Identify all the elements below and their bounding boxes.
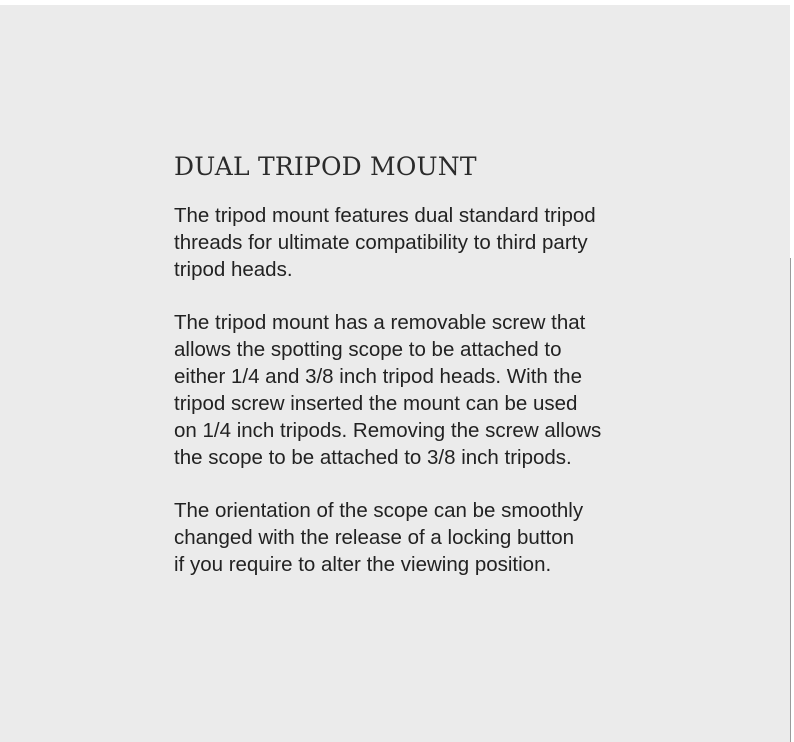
text-line: The tripod mount has a removable screw t… xyxy=(174,311,586,334)
text-line: allows the spotting scope to be attached… xyxy=(174,338,562,361)
text-line: The orientation of the scope can be smoo… xyxy=(174,499,584,522)
text-line: The tripod mount features dual standard … xyxy=(174,204,596,227)
text-line: threads for ultimate compatibility to th… xyxy=(174,231,588,254)
feature-section: DUAL TRIPOD MOUNT The tripod mount featu… xyxy=(174,150,694,604)
paragraph-compatibility: The tripod mount features dual standard … xyxy=(174,202,694,283)
text-line: either 1/4 and 3/8 inch tripod heads. Wi… xyxy=(174,365,582,388)
text-line: tripod heads. xyxy=(174,258,293,281)
section-title: DUAL TRIPOD MOUNT xyxy=(174,152,477,181)
page: DUAL TRIPOD MOUNT The tripod mount featu… xyxy=(0,0,794,742)
text-line: tripod screw inserted the mount can be u… xyxy=(174,392,578,415)
text-line: the scope to be attached to 3/8 inch tri… xyxy=(174,446,572,469)
text-line: if you require to alter the viewing posi… xyxy=(174,553,552,576)
text-line: changed with the release of a locking bu… xyxy=(174,526,575,549)
paragraph-removable-screw: The tripod mount has a removable screw t… xyxy=(174,309,694,471)
panel-edge-divider xyxy=(790,258,791,742)
text-line: on 1/4 inch tripods. Removing the screw … xyxy=(174,419,602,442)
paragraph-orientation: The orientation of the scope can be smoo… xyxy=(174,497,694,578)
